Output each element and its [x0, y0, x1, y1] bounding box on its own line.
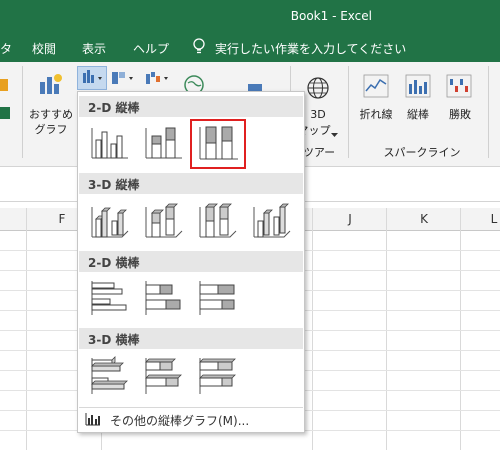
recommended-charts-label-2[interactable]: グラフ: [28, 121, 74, 137]
menu-item-review[interactable]: 校閲: [32, 40, 56, 57]
column-chart-dropdown: 2-D 縦棒 3-D 縦棒 2-D 横棒 3-D 横棒 その他の縦棒グラフ(M)…: [77, 91, 305, 433]
insert-column-chart-button[interactable]: [77, 66, 107, 90]
stacked-column-button[interactable]: [140, 122, 184, 166]
recommended-charts-label-1[interactable]: おすすめ: [28, 106, 74, 122]
gridline: [26, 208, 27, 450]
section-header-3d-bar: 3-D 横棒: [79, 328, 303, 349]
sparkline-column-icon[interactable]: [405, 74, 431, 101]
stacked-bar-button[interactable]: [140, 277, 184, 321]
group-separator: [488, 66, 489, 158]
sparkline-column-label[interactable]: 縦棒: [398, 106, 438, 122]
globe-icon[interactable]: [306, 76, 330, 103]
column-header-j[interactable]: J: [340, 212, 360, 226]
section-header-2d-column: 2-D 縦棒: [79, 96, 303, 117]
menu-item-partial[interactable]: タ: [0, 40, 12, 57]
menu-item-view[interactable]: 表示: [82, 40, 106, 57]
section-title: 3-D 縦棒: [88, 178, 140, 192]
3d-stacked-bar-button[interactable]: [140, 354, 184, 398]
3d-clustered-bar-button[interactable]: [86, 354, 130, 398]
section-title: 2-D 横棒: [88, 256, 140, 270]
hierarchy-chart-icon[interactable]: [110, 70, 140, 91]
section-title: 3-D 横棒: [88, 333, 140, 347]
recommended-charts-icon[interactable]: [38, 72, 64, 101]
section-header-2d-bar: 2-D 横棒: [79, 251, 303, 272]
clustered-column-button[interactable]: [86, 122, 130, 166]
3d-clustered-column-button[interactable]: [86, 199, 130, 243]
store-icon[interactable]: [0, 107, 10, 119]
gridline: [386, 208, 387, 450]
sparkline-line-label[interactable]: 折れ線: [356, 106, 396, 122]
menu-bar: タ 校閲 表示 ヘルプ 実行したい作業を入力してください: [0, 34, 500, 62]
tell-me-search[interactable]: 実行したい作業を入力してください: [215, 40, 406, 57]
section-title: 2-D 縦棒: [88, 101, 140, 115]
column-header-f[interactable]: F: [52, 212, 72, 226]
gridline: [312, 208, 313, 450]
group-separator: [22, 66, 23, 158]
window-title: Book1 - Excel: [290, 9, 372, 23]
addin-icon[interactable]: [0, 79, 8, 91]
more-column-charts-link[interactable]: その他の縦棒グラフ(M)...: [110, 412, 249, 429]
3d-percent-stacked-column-button[interactable]: [194, 199, 238, 243]
3d-percent-stacked-bar-button[interactable]: [194, 354, 238, 398]
sparkline-winloss-icon[interactable]: [446, 74, 472, 101]
column-header-k[interactable]: K: [414, 212, 434, 226]
divider: [79, 407, 303, 408]
gridline: [460, 208, 461, 450]
sparkline-line-icon[interactable]: [363, 74, 389, 101]
column-header-l[interactable]: L: [484, 212, 500, 226]
clustered-bar-button[interactable]: [86, 277, 130, 321]
menu-item-help[interactable]: ヘルプ: [133, 40, 169, 57]
waterfall-chart-icon[interactable]: [143, 70, 173, 91]
3d-stacked-column-button[interactable]: [140, 199, 184, 243]
sparkline-group-label: スパークライン: [383, 146, 461, 159]
3d-column-button[interactable]: [248, 199, 292, 243]
chevron-down-icon[interactable]: [331, 127, 338, 141]
sparkline-winloss-label[interactable]: 勝敗: [440, 106, 480, 122]
lightbulb-icon[interactable]: [192, 38, 206, 59]
percent-stacked-column-button[interactable]: [190, 119, 246, 169]
small-column-chart-icon: [85, 412, 101, 429]
percent-stacked-bar-button[interactable]: [194, 277, 238, 321]
group-separator: [348, 66, 349, 158]
section-header-3d-column: 3-D 縦棒: [79, 173, 303, 194]
